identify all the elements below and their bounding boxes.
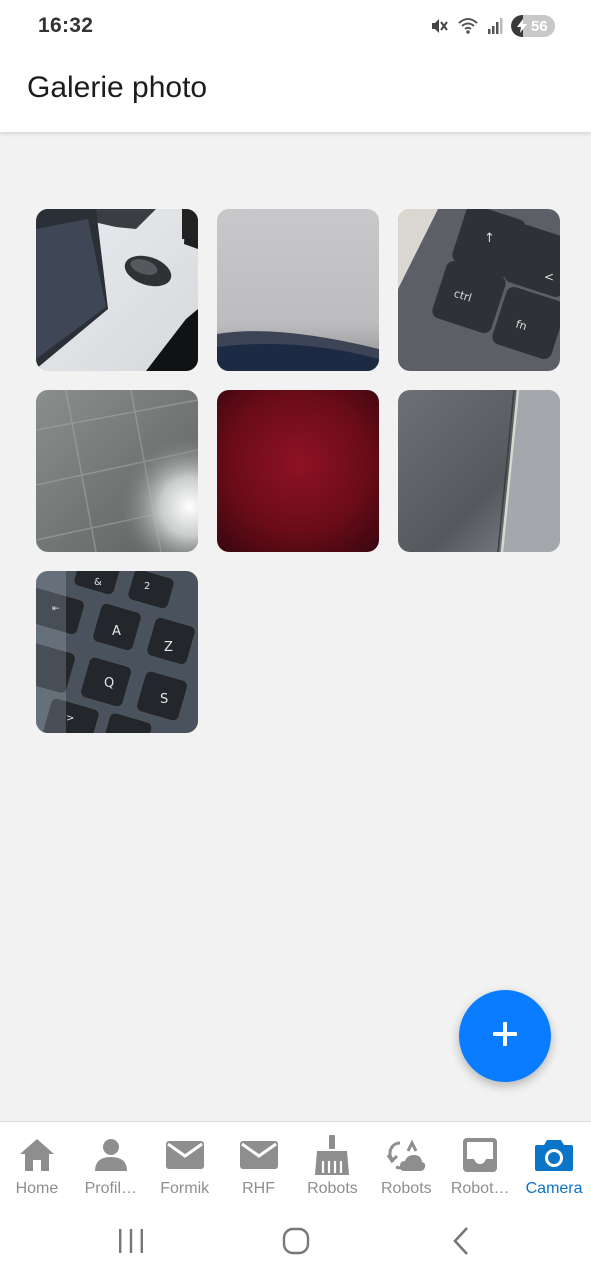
system-navigation-bar	[0, 1207, 591, 1280]
bottom-tab-bar: Home Profil… Formik RHF Robots Robots Ro…	[0, 1121, 591, 1208]
home-icon	[15, 1136, 59, 1174]
tab-label: Home	[15, 1180, 59, 1197]
tab-rhf[interactable]: RHF	[222, 1122, 296, 1208]
status-icons: 56	[429, 14, 555, 38]
broom-icon	[310, 1135, 354, 1175]
tab-formik[interactable]: Formik	[148, 1122, 222, 1208]
battery-icon: 56	[511, 15, 555, 37]
svg-text:A: A	[112, 624, 121, 639]
tab-label: Robots	[307, 1180, 358, 1197]
photo-thumbnail[interactable]	[36, 390, 198, 552]
svg-text:2: 2	[144, 581, 150, 592]
add-photo-button[interactable]	[459, 990, 551, 1082]
status-bar: 16:32 56	[0, 0, 591, 52]
photo-thumbnail[interactable]	[36, 209, 198, 371]
svg-text:>: >	[66, 713, 74, 724]
tab-robots[interactable]: Robots	[296, 1122, 370, 1208]
tab-label: Robots	[380, 1180, 432, 1197]
home-button[interactable]	[276, 1223, 316, 1263]
tab-label: Formik	[160, 1180, 210, 1197]
signal-icon	[487, 17, 503, 35]
status-time: 16:32	[38, 14, 94, 37]
person-icon	[89, 1136, 133, 1174]
camera-icon	[532, 1136, 576, 1174]
tab-robot-inbox[interactable]: Robot…	[443, 1122, 517, 1208]
tab-camera[interactable]: Camera	[517, 1122, 591, 1208]
photo-gallery: ↑ ctrl fn < A Z Q S & 2 > ⇤	[36, 209, 560, 733]
mail-icon	[163, 1136, 207, 1174]
battery-level: 56	[531, 17, 548, 35]
plus-icon	[491, 1020, 519, 1053]
svg-text:Z: Z	[164, 640, 173, 655]
tab-label: RHF	[242, 1180, 275, 1197]
svg-text:&: &	[94, 577, 102, 588]
page-title: Galerie photo	[27, 71, 208, 104]
cloud-sync-icon	[384, 1136, 428, 1174]
app-bar: Galerie photo	[0, 52, 591, 132]
photo-thumbnail[interactable]	[217, 209, 379, 371]
tab-profile[interactable]: Profil…	[74, 1122, 148, 1208]
tab-label: Robot…	[450, 1180, 510, 1197]
recent-apps-button[interactable]	[111, 1223, 151, 1263]
svg-text:↑: ↑	[484, 231, 495, 246]
svg-text:Q: Q	[104, 676, 114, 691]
photo-thumbnail[interactable]: A Z Q S & 2 > ⇤	[36, 571, 198, 733]
mail-icon	[237, 1136, 281, 1174]
mute-icon	[429, 16, 449, 36]
photo-thumbnail[interactable]	[217, 390, 379, 552]
wifi-icon	[457, 16, 479, 36]
tab-robots-sync[interactable]: Robots	[369, 1122, 443, 1208]
photo-thumbnail[interactable]: ↑ ctrl fn <	[398, 209, 560, 371]
back-button[interactable]	[442, 1223, 482, 1263]
tab-label: Profil…	[84, 1180, 138, 1197]
tab-label: Camera	[525, 1180, 583, 1197]
back-chevron-icon	[451, 1226, 473, 1261]
recent-apps-icon	[116, 1228, 146, 1259]
tab-home[interactable]: Home	[0, 1122, 74, 1208]
svg-text:<: <	[544, 270, 554, 284]
svg-text:S: S	[160, 692, 168, 707]
home-circle-icon	[281, 1226, 311, 1261]
inbox-icon	[458, 1136, 502, 1174]
photo-thumbnail[interactable]	[398, 390, 560, 552]
